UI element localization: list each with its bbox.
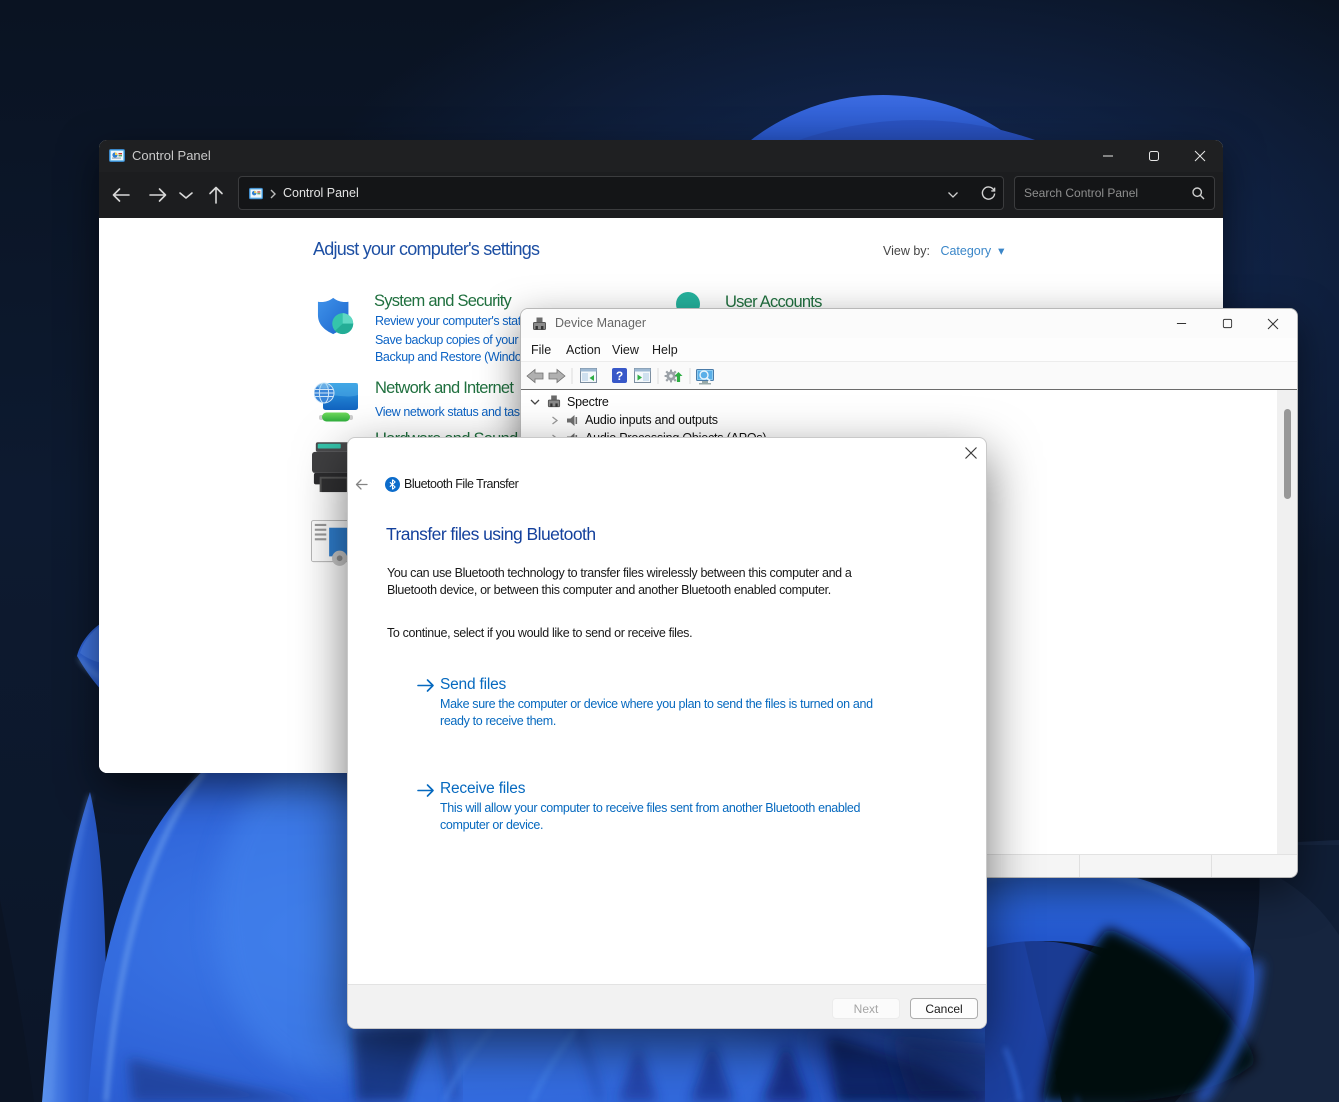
svg-text:?: ? (616, 369, 623, 383)
